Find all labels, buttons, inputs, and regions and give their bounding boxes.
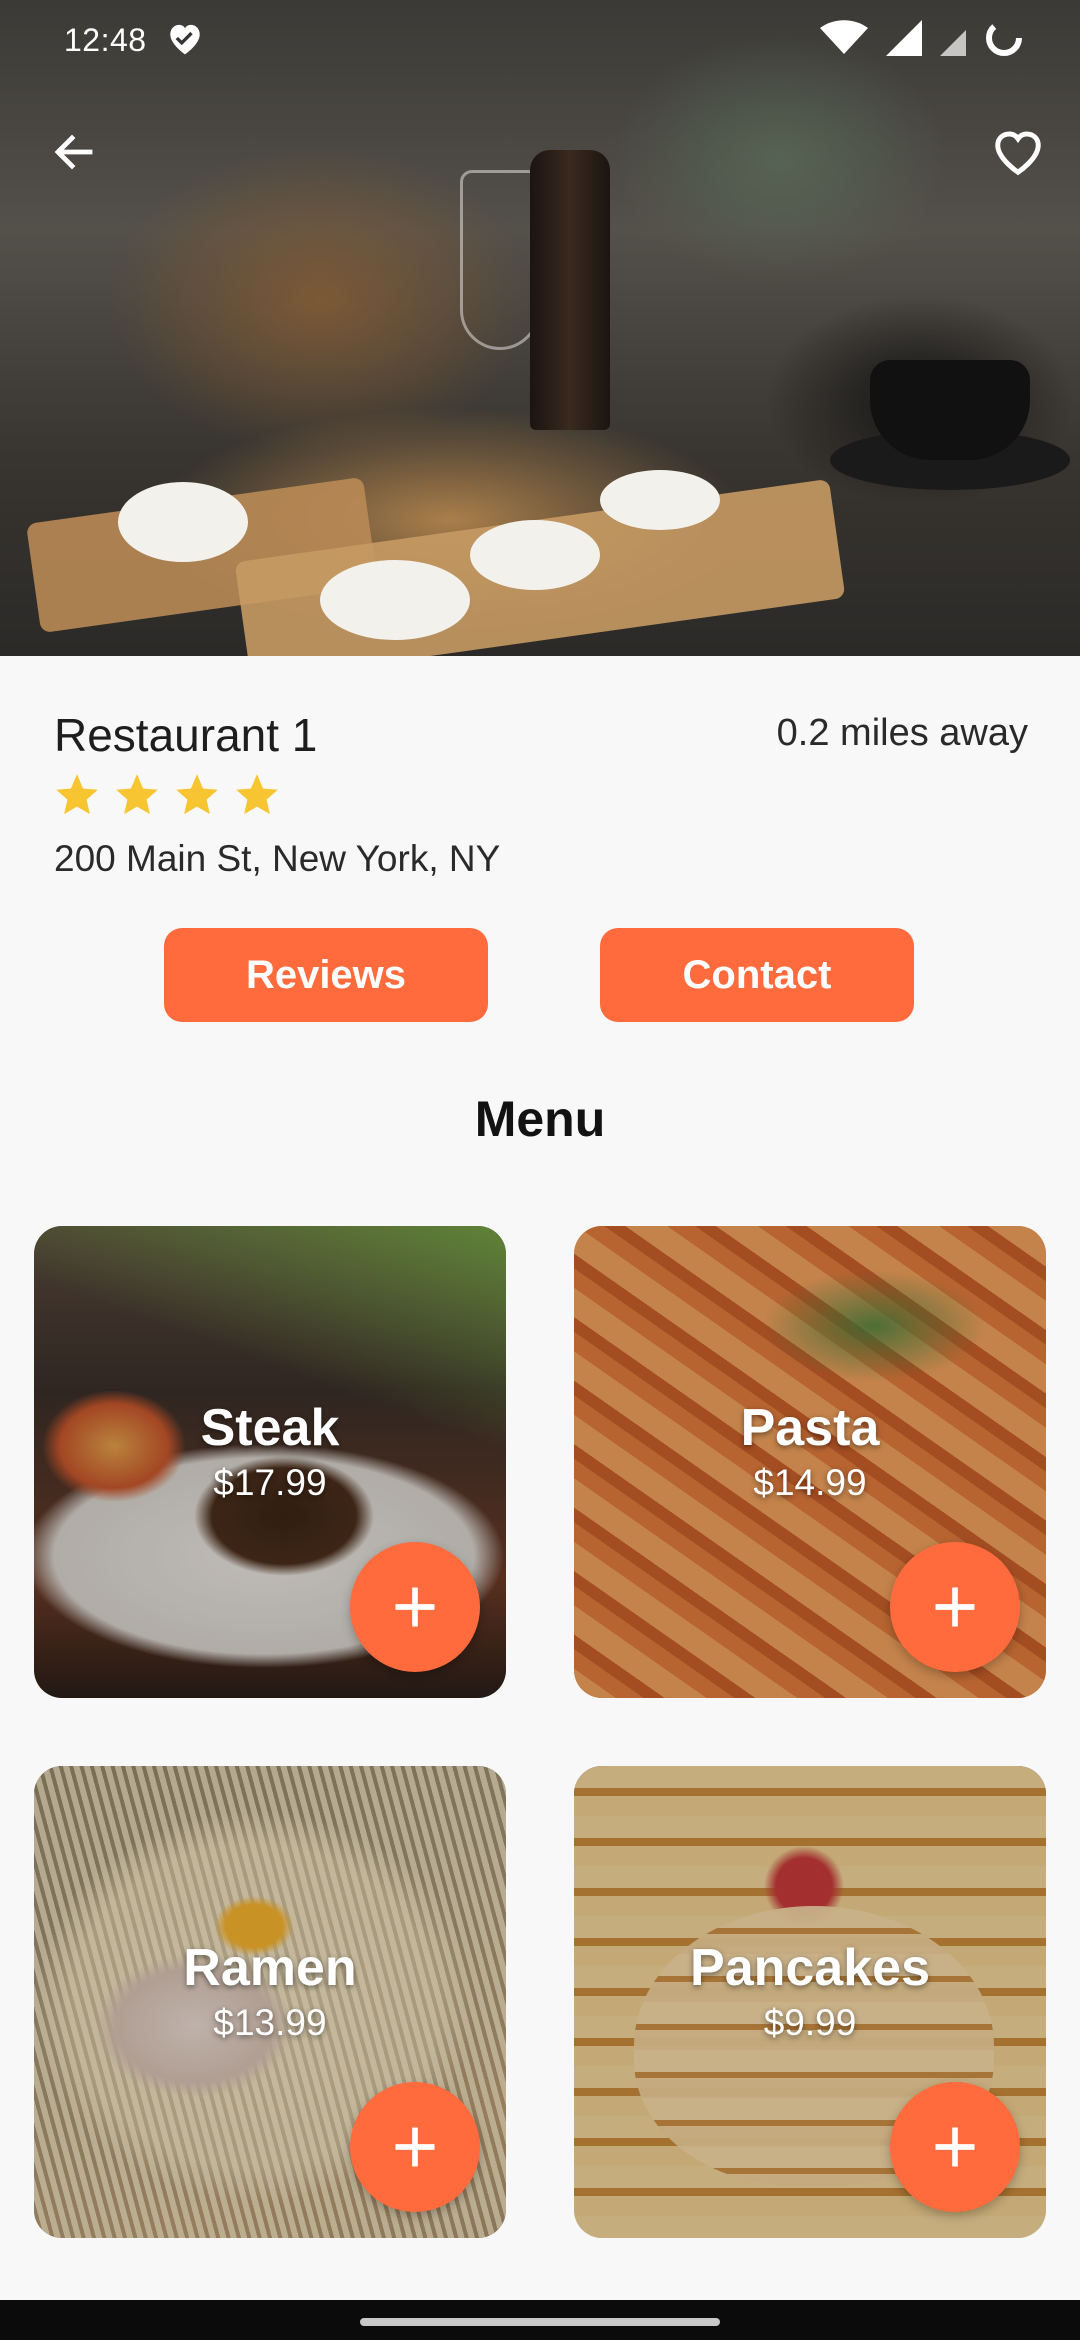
restaurant-name: Restaurant 1 bbox=[54, 709, 318, 761]
status-bar: 12:48 bbox=[0, 0, 1080, 80]
restaurant-address: 200 Main St, New York, NY bbox=[54, 838, 501, 879]
arrow-left-icon bbox=[50, 128, 98, 181]
rating-stars bbox=[52, 770, 282, 820]
hero-dish bbox=[470, 520, 600, 590]
add-to-cart-button[interactable] bbox=[350, 2082, 480, 2212]
star-icon bbox=[56, 774, 98, 815]
menu-item-name: Steak bbox=[200, 1399, 340, 1457]
restaurant-distance: 0.2 miles away bbox=[776, 712, 1028, 754]
cell-signal-icon bbox=[886, 19, 922, 61]
cell-signal-weak-icon bbox=[940, 20, 966, 61]
menu-card-pancakes[interactable]: Pancakes $9.99 bbox=[574, 1766, 1046, 2238]
hero-dish bbox=[600, 470, 720, 530]
plus-icon bbox=[395, 2127, 435, 2167]
add-to-cart-button[interactable] bbox=[890, 2082, 1020, 2212]
reviews-button[interactable]: Reviews bbox=[164, 928, 488, 1022]
menu-item-price: $9.99 bbox=[763, 2002, 857, 2043]
hero-bottle bbox=[530, 150, 610, 430]
favorite-button[interactable] bbox=[986, 122, 1050, 186]
heart-outline-icon bbox=[991, 127, 1045, 182]
contact-button[interactable]: Contact bbox=[600, 928, 914, 1022]
plus-icon bbox=[935, 2127, 975, 2167]
hero-dish bbox=[118, 482, 248, 562]
back-button[interactable] bbox=[42, 122, 106, 186]
battery-loading-icon bbox=[984, 18, 1024, 63]
restaurant-hero-image bbox=[0, 0, 1080, 656]
menu-item-name: Pasta bbox=[740, 1399, 880, 1457]
star-icon bbox=[116, 774, 158, 815]
status-right bbox=[820, 18, 1024, 63]
menu-title: Menu bbox=[474, 1091, 606, 1147]
wifi-icon bbox=[820, 19, 868, 61]
hero-dish bbox=[320, 560, 470, 640]
menu-item-price: $14.99 bbox=[753, 1462, 867, 1503]
menu-item-price: $13.99 bbox=[213, 2002, 327, 2043]
plus-icon bbox=[935, 1587, 975, 1627]
hero-glass bbox=[460, 170, 540, 350]
status-left: 12:48 bbox=[64, 20, 205, 61]
menu-item-price: $17.99 bbox=[213, 1462, 327, 1503]
menu-card-pasta[interactable]: Pasta $14.99 bbox=[574, 1226, 1046, 1698]
star-icon bbox=[176, 774, 218, 815]
add-to-cart-button[interactable] bbox=[890, 1542, 1020, 1672]
menu-card-ramen[interactable]: Ramen $13.99 bbox=[34, 1766, 506, 2238]
home-gesture-handle[interactable] bbox=[360, 2318, 720, 2326]
menu-item-name: Ramen bbox=[183, 1939, 357, 1997]
star-icon bbox=[236, 774, 278, 815]
plus-icon bbox=[395, 1587, 435, 1627]
status-time: 12:48 bbox=[64, 21, 147, 58]
menu-item-name: Pancakes bbox=[690, 1939, 930, 1997]
hero-cup bbox=[870, 360, 1030, 460]
health-heart-icon bbox=[165, 20, 205, 61]
add-to-cart-button[interactable] bbox=[350, 1542, 480, 1672]
menu-card-steak[interactable]: Steak $17.99 bbox=[34, 1226, 506, 1698]
